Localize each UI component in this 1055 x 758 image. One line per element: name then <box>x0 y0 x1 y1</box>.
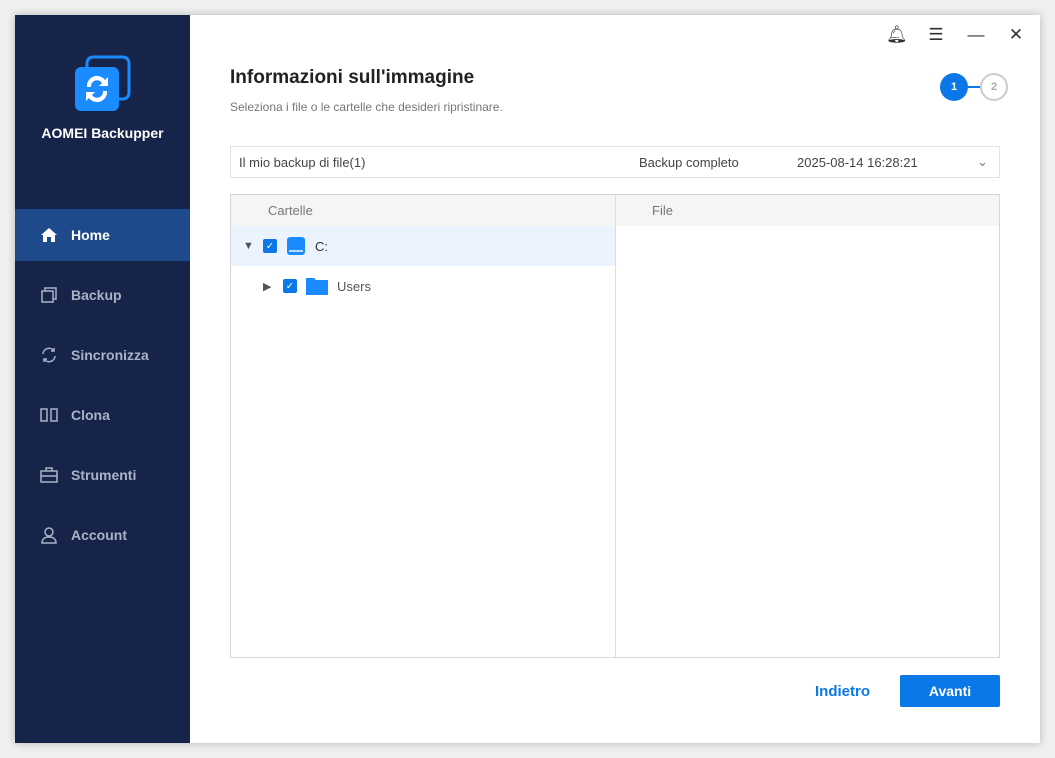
tree-item-c[interactable]: ▼ ✓ C: <box>231 226 615 266</box>
backup-icon <box>41 287 57 303</box>
files-header: File <box>616 195 999 226</box>
clone-icon <box>40 408 58 422</box>
nav-backup[interactable]: Backup <box>15 269 190 321</box>
minimize-icon[interactable]: — <box>966 25 986 45</box>
file-tree: Cartelle ▼ ✓ C: ▶ ✓ Users File <box>230 194 1000 658</box>
page-title: Informazioni sull'immagine <box>230 67 475 88</box>
close-icon[interactable]: ✕ <box>1006 25 1026 45</box>
bell-icon[interactable]: 🔔︎ <box>886 25 908 45</box>
sidebar: AOMEI Backupper Home Backup Sincronizza … <box>15 15 190 743</box>
folder-icon <box>306 278 328 295</box>
nav-label: Sincronizza <box>71 347 149 363</box>
nav-tools[interactable]: Strumenti <box>15 449 190 501</box>
backup-date: 2025-08-14 16:28:21 <box>797 154 918 170</box>
step-2: 2 <box>980 73 1008 101</box>
aomei-logo-icon <box>75 55 131 111</box>
step-1: 1 <box>940 73 968 101</box>
nav-clone[interactable]: Clona <box>15 389 190 441</box>
page-subtitle: Seleziona i file o le cartelle che desid… <box>230 100 503 114</box>
app-name: AOMEI Backupper <box>41 125 164 141</box>
expand-icon[interactable]: ▼ <box>243 240 255 252</box>
item-label: Users <box>337 278 371 294</box>
checkbox[interactable]: ✓ <box>283 279 297 293</box>
nav-account[interactable]: Account <box>15 509 190 561</box>
checkbox[interactable]: ✓ <box>263 239 277 253</box>
app-window: AOMEI Backupper Home Backup Sincronizza … <box>15 15 1040 743</box>
home-icon <box>41 228 57 242</box>
nav-label: Backup <box>71 287 122 303</box>
step-indicator: 12 <box>940 73 1008 101</box>
item-label: C: <box>315 238 328 254</box>
toolbox-icon <box>40 467 58 483</box>
backup-name: Il mio backup di file(1) <box>239 154 366 170</box>
nav-label: Account <box>71 527 127 543</box>
drive-icon <box>287 237 305 255</box>
nav-home[interactable]: Home <box>15 209 190 261</box>
next-button[interactable]: Avanti <box>900 675 1000 707</box>
chevron-down-icon: ⌄ <box>977 154 988 169</box>
backup-select[interactable]: Il mio backup di file(1) Backup completo 2… <box>230 146 1000 178</box>
sync-icon <box>42 347 56 363</box>
nav-sync[interactable]: Sincronizza <box>15 329 190 381</box>
tree-item-users[interactable]: ▶ ✓ Users <box>231 266 615 306</box>
back-button[interactable]: Indietro <box>815 683 870 700</box>
folders-header: Cartelle <box>231 195 615 226</box>
expand-icon[interactable]: ▶ <box>263 280 275 293</box>
backup-type: Backup completo <box>639 154 739 170</box>
nav-label: Home <box>71 227 110 243</box>
nav-label: Clona <box>71 407 110 423</box>
menu-icon[interactable]: ☰ <box>926 25 946 45</box>
user-icon <box>41 527 57 544</box>
nav-label: Strumenti <box>71 467 137 483</box>
